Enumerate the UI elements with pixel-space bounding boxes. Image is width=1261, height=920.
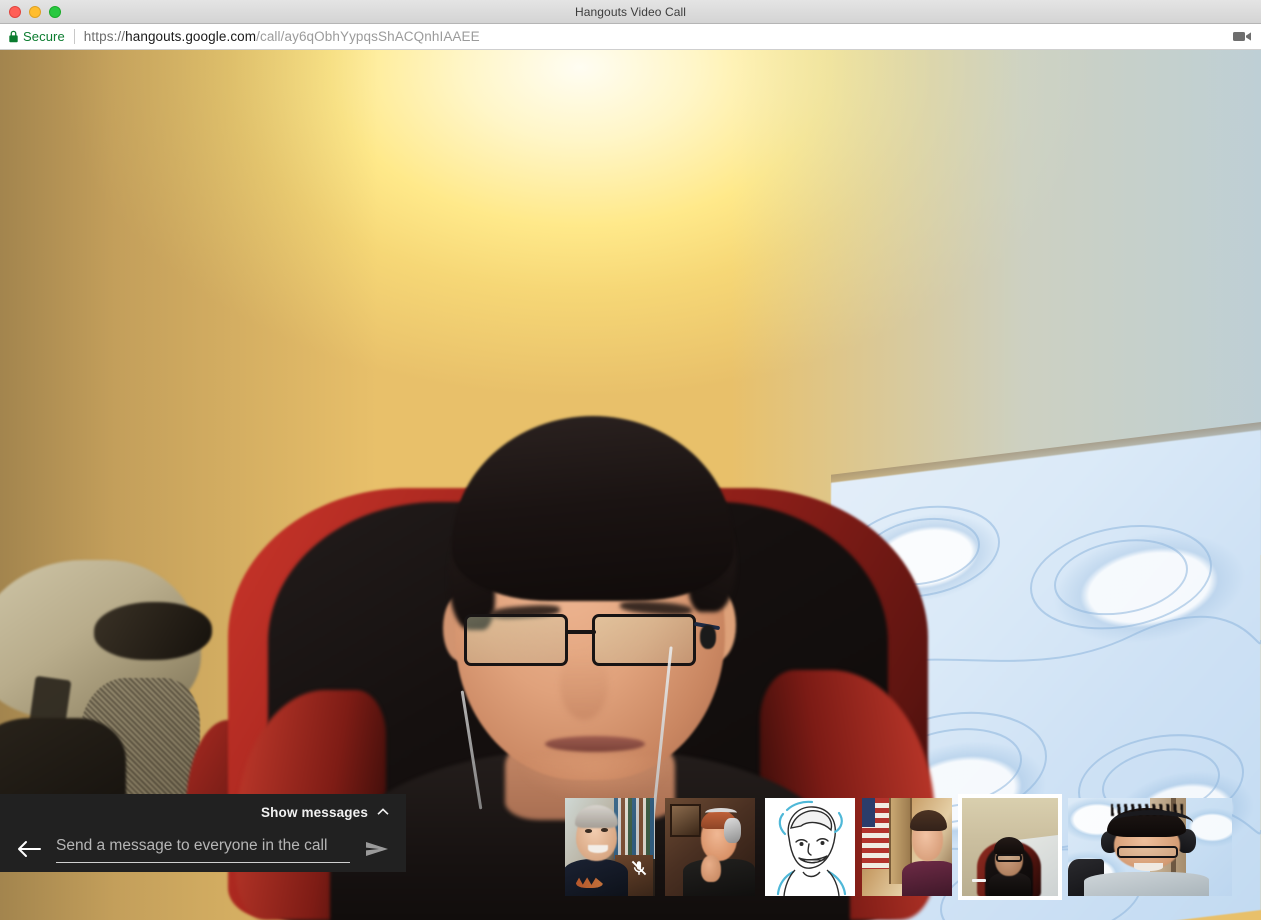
self-view-indicator bbox=[971, 879, 986, 883]
participant-4-video bbox=[862, 798, 952, 896]
participant-thumbnail-3[interactable] bbox=[765, 798, 855, 896]
self-view-video bbox=[962, 798, 1058, 896]
url-text[interactable]: https://hangouts.google.com/call/ay6qObh… bbox=[84, 29, 1231, 44]
minimize-window-button[interactable] bbox=[29, 6, 41, 18]
earbud bbox=[700, 625, 716, 649]
eyeglass-lens-right bbox=[592, 614, 696, 666]
person-eyeglasses bbox=[458, 610, 721, 674]
url-scheme: https:// bbox=[83, 29, 126, 44]
message-input-wrapper bbox=[56, 835, 350, 863]
participant-1-video bbox=[565, 798, 655, 896]
eyeglass-bridge bbox=[566, 630, 596, 634]
person-mouth bbox=[545, 736, 645, 752]
maximize-window-button[interactable] bbox=[49, 6, 61, 18]
chevron-up-icon bbox=[377, 808, 389, 815]
participant-thumbnail-2[interactable] bbox=[665, 798, 755, 896]
participant-thumbnail-1[interactable] bbox=[565, 798, 655, 896]
participant-thumbnail-6[interactable] bbox=[1068, 798, 1232, 896]
arrow-left-icon[interactable] bbox=[16, 838, 42, 860]
security-status[interactable]: Secure bbox=[8, 29, 65, 44]
participant-filmstrip bbox=[560, 788, 1261, 920]
url-host: hangouts.google.com bbox=[125, 29, 257, 44]
chat-panel: Show messages bbox=[0, 794, 406, 872]
participant-thumbnail-5-self[interactable] bbox=[958, 794, 1062, 900]
participant-3-avatar bbox=[765, 798, 855, 896]
send-icon[interactable] bbox=[364, 838, 390, 860]
mic-off-icon bbox=[631, 860, 647, 876]
secure-label: Secure bbox=[23, 29, 65, 44]
message-compose-row bbox=[0, 822, 406, 868]
camera-indicator[interactable] bbox=[1231, 28, 1253, 46]
show-messages-button[interactable]: Show messages bbox=[0, 794, 406, 822]
backpack-strap bbox=[94, 602, 212, 660]
video-camera-icon bbox=[1233, 32, 1251, 41]
address-bar[interactable]: Secure https://hangouts.google.com/call/… bbox=[0, 24, 1261, 50]
participant-2-video bbox=[665, 798, 755, 896]
show-messages-label: Show messages bbox=[261, 804, 368, 820]
caricature-drawing bbox=[776, 800, 847, 896]
browser-window: Hangouts Video Call Secure https://hango… bbox=[0, 0, 1261, 920]
window-titlebar: Hangouts Video Call bbox=[0, 0, 1261, 24]
participant-thumbnail-4[interactable] bbox=[862, 798, 952, 896]
close-window-button[interactable] bbox=[9, 6, 21, 18]
video-stage[interactable]: Show messages bbox=[0, 50, 1261, 920]
message-input[interactable] bbox=[56, 835, 350, 863]
participant-6-video bbox=[1068, 798, 1232, 896]
address-bar-divider bbox=[73, 29, 75, 44]
lock-icon bbox=[9, 30, 18, 43]
window-controls bbox=[9, 0, 61, 24]
eyeglass-lens-left bbox=[464, 614, 568, 666]
url-path: /call/ay6qObhYypqsShACQnhIAAEE bbox=[256, 29, 480, 44]
window-title: Hangouts Video Call bbox=[574, 4, 687, 19]
